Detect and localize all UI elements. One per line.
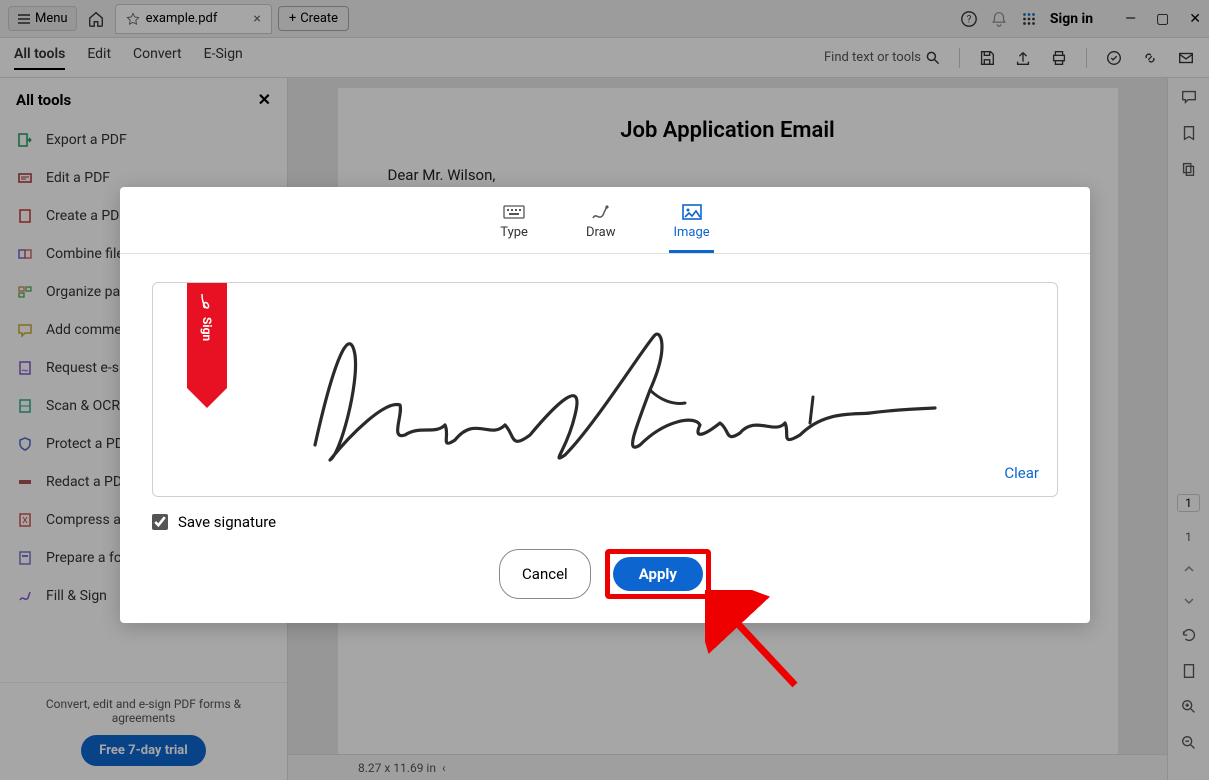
modal-tab-label: Type [500, 225, 528, 240]
modal-tab-type[interactable]: Type [496, 197, 532, 253]
keyboard-icon [503, 203, 525, 221]
clear-button[interactable]: Clear [1004, 464, 1039, 482]
pen-icon [590, 203, 612, 221]
modal-tab-draw[interactable]: Draw [582, 197, 620, 253]
signature-preview-area: Sign Clear [152, 282, 1058, 497]
cancel-button[interactable]: Cancel [499, 549, 591, 599]
modal-tab-label: Image [673, 225, 709, 240]
apply-button[interactable]: Apply [613, 557, 703, 591]
highlight-annotation: Apply [605, 549, 711, 599]
save-signature-label: Save signature [178, 513, 276, 531]
save-signature-checkbox[interactable] [152, 514, 168, 530]
ribbon-text: Sign [200, 317, 214, 341]
modal-tab-label: Draw [586, 225, 616, 240]
image-icon [681, 203, 703, 221]
signature-image [255, 305, 955, 475]
signature-modal: Type Draw Image Sign Clear Save signatur… [120, 187, 1090, 623]
modal-tab-image[interactable]: Image [669, 197, 713, 253]
sign-ribbon: Sign [187, 283, 227, 388]
